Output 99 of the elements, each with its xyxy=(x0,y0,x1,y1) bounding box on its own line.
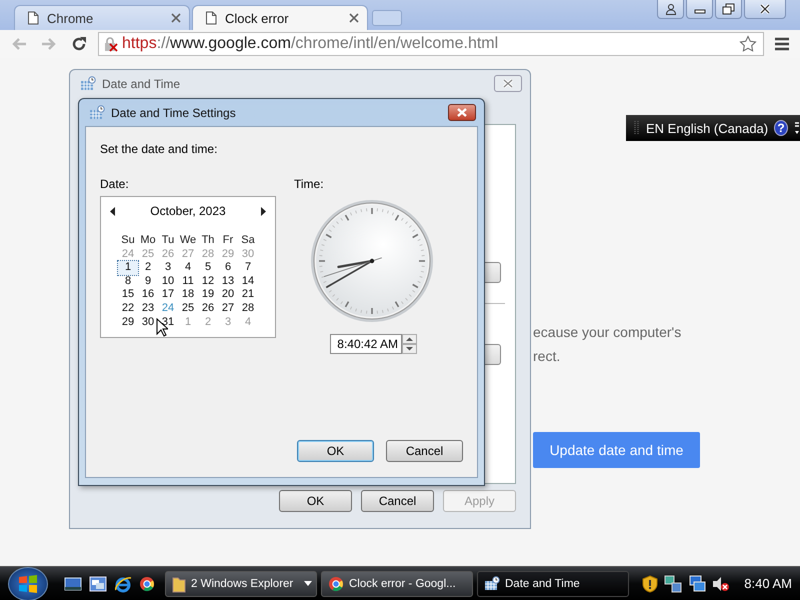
weekday-label: Sa xyxy=(240,234,256,248)
person-icon xyxy=(664,3,676,15)
speaker-muted-icon[interactable] xyxy=(712,574,730,592)
page-icon xyxy=(205,11,217,25)
calendar-day[interactable]: 29 xyxy=(118,316,138,330)
spinner-icon[interactable] xyxy=(402,334,417,354)
window-title: Date and Time xyxy=(102,76,180,90)
calendar-day[interactable]: 8 xyxy=(118,274,138,288)
close-icon xyxy=(759,4,771,14)
shield-icon[interactable] xyxy=(642,574,658,592)
prompt-text: Set the date and time: xyxy=(100,142,218,156)
close-icon[interactable] xyxy=(171,13,181,23)
calendar-day[interactable]: 25 xyxy=(178,302,198,316)
start-button[interactable] xyxy=(8,566,48,600)
dialog-button[interactable]: Cancel xyxy=(361,490,434,512)
restore-icon xyxy=(722,3,735,15)
calendar-day[interactable]: 11 xyxy=(178,274,198,288)
weekday-label: Th xyxy=(200,234,216,248)
next-month-icon[interactable] xyxy=(260,206,266,216)
calendar-day[interactable]: 12 xyxy=(198,274,218,288)
close-button[interactable] xyxy=(448,104,476,121)
calendar-day[interactable]: 26 xyxy=(198,302,218,316)
windows-icon[interactable] xyxy=(89,576,107,592)
reload-icon[interactable] xyxy=(70,35,88,53)
month-title[interactable]: October, 2023 xyxy=(150,204,226,218)
weekday-label: Su xyxy=(120,234,136,248)
dialog-button[interactable]: Cancel xyxy=(386,440,463,462)
page-text: rect. xyxy=(533,347,560,366)
dialog-button[interactable]: OK xyxy=(297,440,374,462)
calendar-day[interactable]: 4 xyxy=(178,261,198,275)
url-text: https://www.google.com/chrome/intl/en/welcome.html xyxy=(122,35,498,53)
browser-tab[interactable]: Clock error xyxy=(192,5,368,30)
options-icon[interactable] xyxy=(794,121,800,135)
dialog-button[interactable]: OK xyxy=(279,490,352,512)
circle-logo-icon[interactable] xyxy=(139,576,155,592)
weekday-label: Tu xyxy=(160,234,176,248)
star-icon[interactable] xyxy=(739,35,757,53)
restore-button[interactable] xyxy=(715,0,742,19)
clock-text[interactable]: 8:40 AM xyxy=(744,576,792,591)
calendar-day[interactable]: 31 xyxy=(158,316,178,330)
calendar-day[interactable]: 2 xyxy=(138,261,158,275)
taskbar-button[interactable]: Clock error - Googl... xyxy=(321,570,473,596)
calendar-day[interactable]: 9 xyxy=(138,274,158,288)
weekday-label: Mo xyxy=(139,234,157,248)
calendar-day[interactable]: 22 xyxy=(118,302,138,316)
calendar-day[interactable]: 18 xyxy=(178,288,198,302)
field-label: Time: xyxy=(294,177,324,191)
calendar-day[interactable]: 27 xyxy=(218,302,238,316)
page-icon xyxy=(27,11,39,25)
network-icon[interactable] xyxy=(664,574,682,592)
caret-icon xyxy=(304,581,312,586)
calendar-day[interactable]: 6 xyxy=(218,261,238,275)
profile-button[interactable] xyxy=(657,0,684,19)
taskbar-button[interactable]: Date and Time xyxy=(477,570,629,596)
circle-logo-icon xyxy=(328,576,344,592)
calendar-day[interactable]: 1 xyxy=(118,261,138,275)
desktop-icon[interactable] xyxy=(64,576,82,592)
calendar-day[interactable]: 15 xyxy=(118,288,138,302)
calendar-day[interactable]: 3 xyxy=(158,261,178,275)
calendar-day[interactable]: 20 xyxy=(218,288,238,302)
calendar-day[interactable]: 10 xyxy=(158,274,178,288)
e-logo-icon[interactable] xyxy=(114,574,132,592)
calendar-day[interactable]: 17 xyxy=(158,288,178,302)
calendar-day[interactable]: 13 xyxy=(218,274,238,288)
calendar-day[interactable]: 30 xyxy=(138,316,158,330)
weekday-label: We xyxy=(178,234,198,248)
help-icon[interactable]: ? xyxy=(774,120,788,136)
close-icon xyxy=(502,79,514,88)
taskbar-button[interactable]: 2 Windows Explorer xyxy=(165,570,317,596)
calendar-clock-icon xyxy=(89,105,105,120)
calendar-clock-icon xyxy=(484,576,500,591)
language-label[interactable]: EN English (Canada) xyxy=(646,120,768,136)
menu-icon[interactable] xyxy=(774,37,790,51)
windows-flag-icon xyxy=(17,572,39,594)
calendar-day[interactable]: 7 xyxy=(238,261,258,275)
folder-icon xyxy=(172,574,186,592)
weekday-label: Fr xyxy=(222,234,234,248)
close-icon[interactable] xyxy=(349,13,359,23)
page-text: ecause your computer's xyxy=(533,323,682,342)
calendar-day[interactable]: 19 xyxy=(198,288,218,302)
grip-icon[interactable] xyxy=(634,120,640,136)
calendar-day[interactable]: 28 xyxy=(238,302,258,316)
minimize-button[interactable] xyxy=(686,0,713,19)
window-title: Date and Time Settings xyxy=(111,106,236,120)
calendar-day[interactable]: 16 xyxy=(138,288,158,302)
address-bar[interactable]: https://www.google.com/chrome/intl/en/welcome.html xyxy=(98,32,764,56)
monitor-icon[interactable] xyxy=(688,574,706,592)
close-button[interactable] xyxy=(744,0,786,19)
time-field[interactable]: 8:40:42 AM xyxy=(330,334,402,354)
calendar-day[interactable]: 14 xyxy=(238,274,258,288)
calendar-day[interactable]: 21 xyxy=(238,288,258,302)
field-label: Date: xyxy=(100,177,130,191)
calendar-day[interactable]: 23 xyxy=(138,302,158,316)
close-icon xyxy=(456,108,468,117)
calendar-day[interactable]: 24 xyxy=(158,302,178,316)
browser-tab[interactable]: Chrome xyxy=(14,5,190,30)
calendar-day[interactable]: 5 xyxy=(198,261,218,275)
calendar-clock-icon xyxy=(80,76,96,91)
previous-month-icon[interactable] xyxy=(110,206,116,216)
